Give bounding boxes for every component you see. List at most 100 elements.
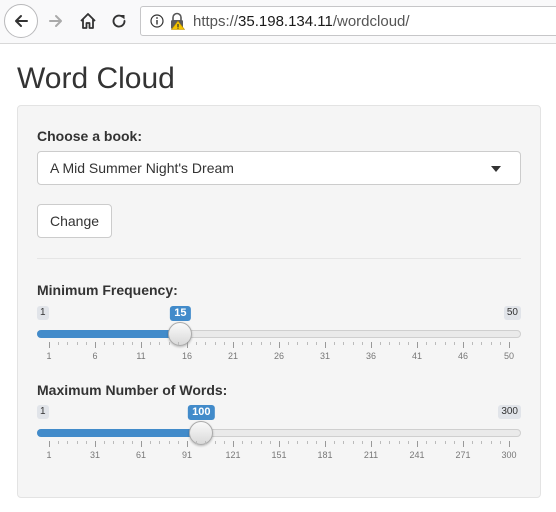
slider-minor-tick (122, 342, 124, 345)
home-button[interactable] (76, 9, 100, 33)
slider-major-tick (325, 441, 326, 447)
slider-minor-tick (168, 441, 170, 444)
slider-minor-tick (334, 342, 336, 345)
slider-tick-label: 151 (271, 450, 287, 460)
slider-minor-tick (380, 342, 382, 345)
slider-minor-tick (315, 441, 317, 444)
slider-minor-tick (481, 342, 483, 345)
slider-minor-tick (444, 342, 446, 345)
slider-tick-label: 31 (89, 450, 101, 460)
slider-minor-tick (260, 342, 262, 345)
slider-minor-tick (481, 441, 483, 444)
slider-minor-tick (260, 441, 262, 444)
slider-minor-tick (196, 441, 198, 444)
info-icon[interactable] (150, 14, 164, 28)
slider-minor-tick (288, 441, 290, 444)
slider-minor-tick (76, 342, 78, 345)
slider-major-tick (233, 441, 234, 447)
slider-minor-tick (113, 441, 115, 444)
slider-minor-tick (251, 441, 253, 444)
slider-minor-tick (306, 342, 308, 345)
slider-minor-tick (150, 342, 152, 345)
slider-minor-tick (242, 441, 244, 444)
slider-tick-label: 41 (411, 351, 423, 361)
slider-minor-tick (389, 342, 391, 345)
address-bar[interactable]: https://35.198.134.11/wordcloud/ (140, 6, 556, 36)
slider-minor-tick (343, 441, 345, 444)
slider-minor-tick (251, 342, 253, 345)
slider-minor-tick (315, 342, 317, 345)
slider-minor-tick (352, 441, 354, 444)
slider-fill-bar (37, 330, 181, 338)
max-words-slider[interactable]: 1 300 100 1 31 61 91 121 151 181 211 241 271 300 (37, 405, 521, 475)
slider-minor-tick (453, 441, 455, 444)
slider-minor-tick (389, 441, 391, 444)
slider-minor-tick (343, 342, 345, 345)
book-select-label: Choose a book: (37, 128, 143, 144)
slider-minor-tick (242, 342, 244, 345)
slider-minor-tick (435, 441, 437, 444)
caret-down-icon (491, 166, 501, 172)
slider-minor-tick (453, 342, 455, 345)
slider-minor-tick (205, 342, 207, 345)
slider-minor-tick (297, 441, 299, 444)
slider-minor-tick (499, 342, 501, 345)
book-select[interactable]: A Mid Summer Night's Dream (37, 151, 521, 185)
slider-tick-label: 50 (503, 351, 515, 361)
slider-minor-tick (398, 441, 400, 444)
slider-minor-tick (223, 342, 225, 345)
slider-major-tick (49, 441, 50, 447)
slider-max-label: 300 (498, 405, 521, 419)
slider-value-badge: 15 (170, 306, 191, 321)
slider-tick-label: 31 (319, 351, 331, 361)
slider-tick-label: 300 (501, 450, 517, 460)
slider-minor-tick (177, 441, 179, 444)
slider-minor-tick (104, 441, 106, 444)
slider-tick-label: 36 (365, 351, 377, 361)
slider-major-tick (325, 342, 326, 348)
reload-icon (112, 14, 126, 28)
slider-ticks: 1 6 11 16 21 26 31 36 41 46 50 (37, 342, 521, 362)
forward-button[interactable] (44, 9, 68, 33)
home-icon (80, 13, 96, 29)
slider-major-tick (417, 342, 418, 348)
slider-major-tick (141, 441, 142, 447)
slider-minor-tick (104, 342, 106, 345)
slider-tick-label: 16 (181, 351, 193, 361)
slider-minor-tick (67, 441, 69, 444)
slider-major-tick (279, 342, 280, 348)
slider-minor-tick (214, 441, 216, 444)
slider-ticks: 1 31 61 91 121 151 181 211 241 271 300 (37, 441, 521, 461)
slider-minor-tick (435, 342, 437, 345)
slider-minor-tick (352, 342, 354, 345)
slider-minor-tick (214, 342, 216, 345)
slider-minor-tick (150, 441, 152, 444)
slider-tick-label: 1 (46, 351, 52, 361)
url-path: /wordcloud/ (332, 13, 410, 30)
slider-max-label: 50 (503, 306, 521, 320)
slider-minor-tick (499, 441, 501, 444)
slider-minor-tick (58, 441, 60, 444)
lock-warning-icon[interactable] (169, 12, 185, 30)
slider-major-tick (187, 441, 188, 447)
url-text: https://35.198.134.11/wordcloud/ (193, 13, 410, 30)
change-button[interactable]: Change (37, 204, 112, 238)
slider-tick-label: 26 (273, 351, 285, 361)
reload-button[interactable] (107, 9, 131, 33)
slider-minor-tick (426, 441, 428, 444)
slider-tick-label: 61 (135, 450, 147, 460)
min-frequency-slider[interactable]: 1 50 15 1 6 11 16 21 26 31 36 41 46 50 (37, 306, 521, 376)
slider-major-tick (95, 342, 96, 348)
slider-minor-tick (58, 342, 60, 345)
slider-major-tick (463, 441, 464, 447)
slider-major-tick (187, 342, 188, 348)
slider-minor-tick (306, 441, 308, 444)
slider-min-label: 1 (37, 405, 49, 419)
slider-tick-label: 211 (363, 450, 379, 460)
slider-value-badge: 100 (188, 405, 215, 420)
slider-major-tick (371, 342, 372, 348)
slider-tick-label: 181 (317, 450, 333, 460)
slider-tick-label: 271 (455, 450, 471, 460)
back-button[interactable] (4, 4, 38, 38)
slider-minor-tick (223, 441, 225, 444)
